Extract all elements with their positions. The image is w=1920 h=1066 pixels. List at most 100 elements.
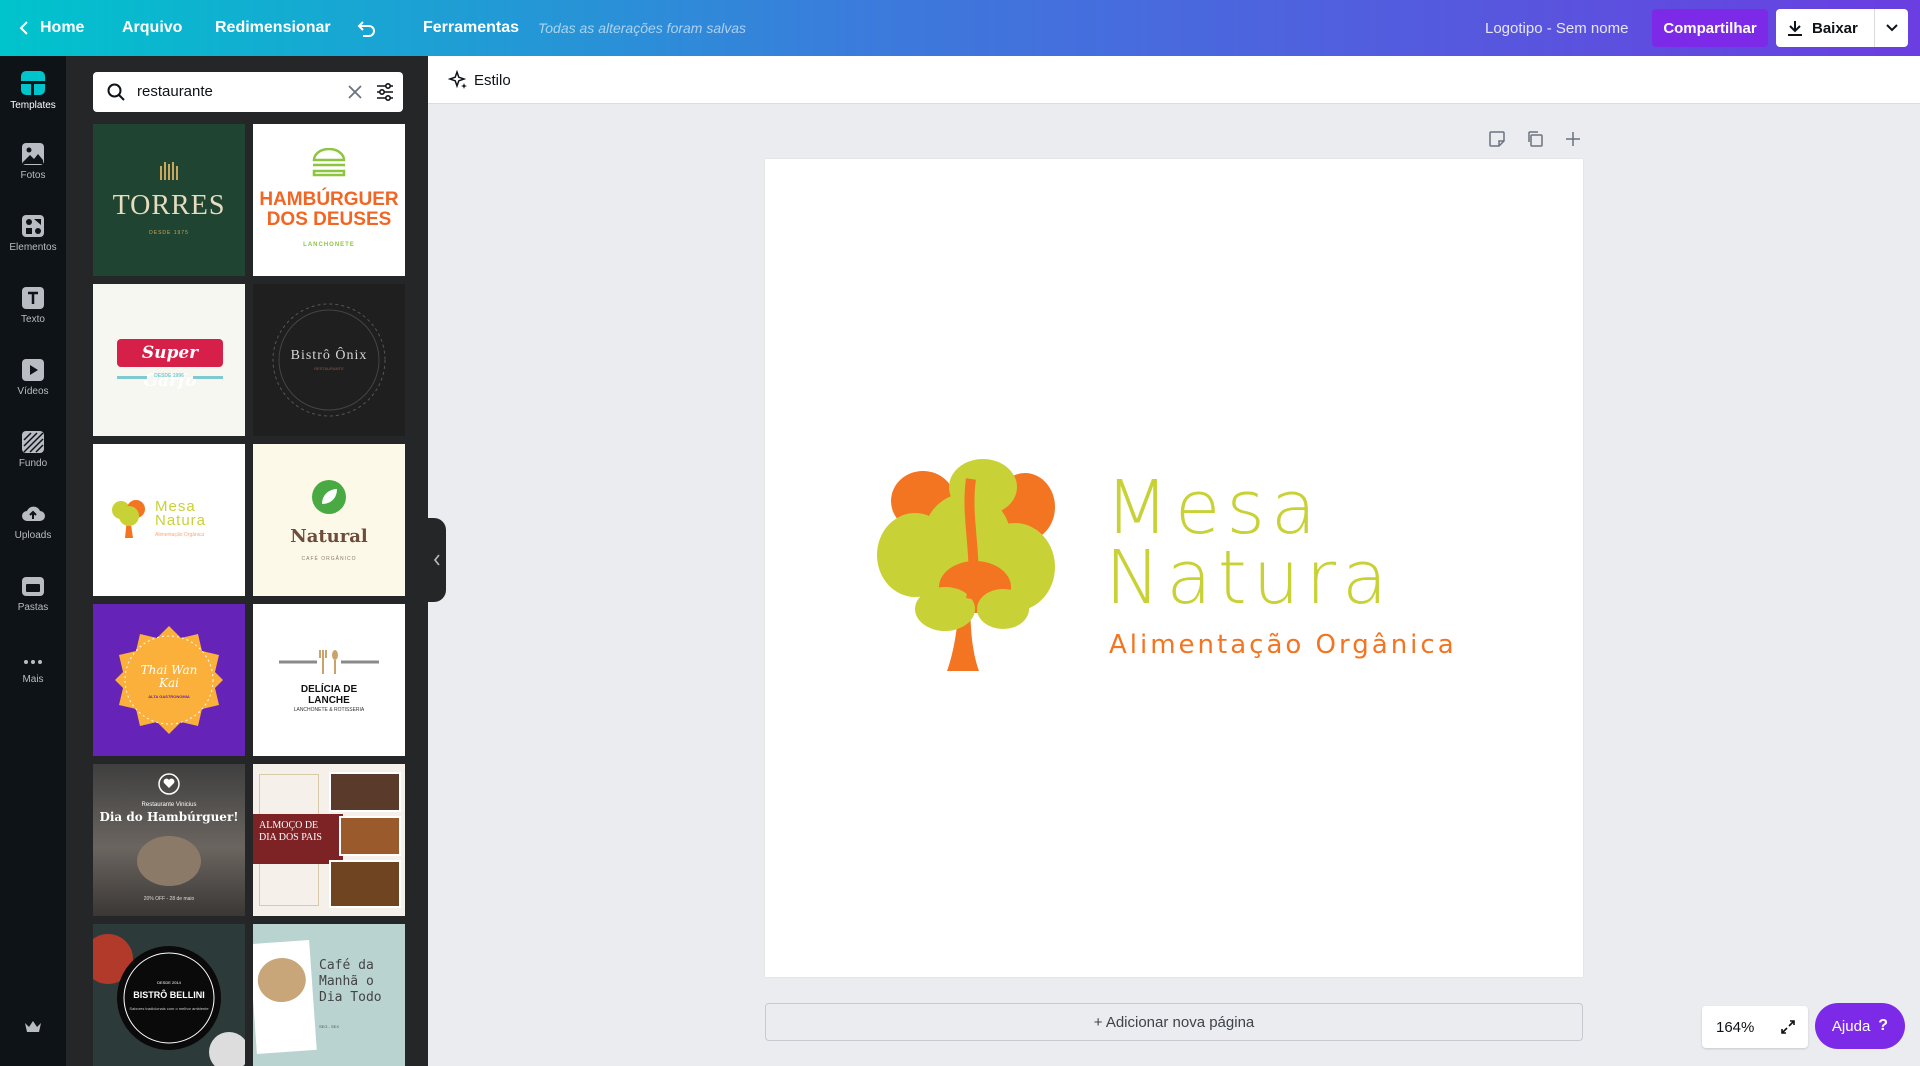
photos-icon <box>22 143 44 165</box>
nav-elements-label: Elementos <box>9 242 57 253</box>
template-hamburguer-title: HAMBÚRGUER DOS DEUSES <box>253 190 405 230</box>
template-mesa-natura-sub: Alimentação Orgânica <box>155 532 205 538</box>
filter-icon[interactable] <box>375 82 395 102</box>
template-hamburguer-sub: LANCHONETE <box>303 242 355 248</box>
share-button[interactable]: Compartilhar <box>1652 9 1768 47</box>
template-torres-sub: DESDE 1975 <box>149 230 189 236</box>
zoom-control[interactable]: 164% <box>1702 1006 1808 1048</box>
burger-icon <box>312 148 346 177</box>
duplicate-icon[interactable] <box>1526 130 1544 148</box>
help-button[interactable]: Ajuda ? <box>1815 1003 1905 1049</box>
logo-name-line2: Natura <box>1105 535 1394 621</box>
template-super-garfo[interactable]: Super Garfo DESDE 1996 <box>93 284 245 436</box>
download-options-button[interactable] <box>1875 24 1908 32</box>
chevron-down-icon <box>1885 24 1898 32</box>
template-cafe[interactable]: Café da Manhã o Dia Todo SEG - SEX <box>253 924 405 1066</box>
template-natural[interactable]: Natural CAFÉ ORGÂNICO <box>253 444 405 596</box>
template-cafe-l1: Café da <box>319 958 374 973</box>
template-natural-sub: CAFÉ ORGÂNICO <box>301 556 357 562</box>
nav-elements[interactable]: Elementos <box>0 214 66 274</box>
help-icon: ? <box>1878 1017 1889 1034</box>
nav-photos[interactable]: Fotos <box>0 142 66 202</box>
search-box[interactable]: restaurante <box>93 72 403 112</box>
home-button[interactable]: Home <box>18 0 84 56</box>
nav-uploads[interactable]: Uploads <box>0 502 66 562</box>
nav-text[interactable]: Texto <box>0 286 66 346</box>
home-label: Home <box>40 19 85 36</box>
template-thai-title: Thai Wan Kai <box>93 664 245 690</box>
template-mesa-natura-title2: Natura <box>155 512 207 529</box>
sparkle-icon <box>448 70 467 89</box>
fullscreen-icon[interactable] <box>1780 1019 1796 1035</box>
logo-tagline[interactable]: Alimentação Orgânica <box>1109 630 1457 660</box>
side-nav: Templates Fotos Elementos Texto Vídeos F… <box>0 56 66 1066</box>
template-torres[interactable]: TORRES DESDE 1975 <box>93 124 245 276</box>
save-status: Todas as alterações foram salvas <box>538 20 747 36</box>
template-delicia-title2: LANCHE <box>308 695 350 706</box>
resize-menu[interactable]: Redimensionar <box>215 0 331 56</box>
more-icon <box>24 660 42 664</box>
food-photo-3 <box>329 860 401 908</box>
note-icon[interactable] <box>1488 130 1506 148</box>
background-icon <box>22 431 44 453</box>
template-delicia-title: DELÍCIA DE LANCHE <box>253 684 405 706</box>
style-button[interactable]: Estilo <box>448 56 511 104</box>
nav-text-label: Texto <box>21 314 45 325</box>
heart-badge-icon <box>158 773 180 795</box>
document-title[interactable]: Logotipo - Sem nome <box>1485 0 1628 56</box>
nav-more[interactable]: Mais <box>0 654 66 714</box>
template-hamburguer[interactable]: HAMBÚRGUER DOS DEUSES LANCHONETE <box>253 124 405 276</box>
nav-templates[interactable]: Templates <box>0 70 66 130</box>
template-cafe-l2: Manhã o <box>319 974 374 989</box>
template-dia-hamburguer-sub: 20% OFF - 28 de maio <box>143 896 195 902</box>
top-bar: Home Arquivo Redimensionar Ferramentas T… <box>0 0 1920 56</box>
design-page[interactable]: Mesa Natura Alimentação Orgânica <box>765 159 1583 977</box>
download-button[interactable]: Baixar <box>1776 9 1908 47</box>
cafe-photo-card <box>253 940 317 1054</box>
premium-button[interactable] <box>24 1020 42 1039</box>
help-label: Ajuda <box>1831 1017 1871 1035</box>
template-hamburguer-title1: HAMBÚRGUER <box>259 189 399 210</box>
clear-icon[interactable] <box>348 85 362 99</box>
template-bistro-onix[interactable]: Bistrô Ônix RESTAURANTE <box>253 284 405 436</box>
template-almoco-title1: ALMOÇO DE <box>259 820 319 831</box>
file-menu[interactable]: Arquivo <box>122 0 182 56</box>
tools-menu[interactable]: Ferramentas <box>423 0 519 56</box>
logo-name[interactable]: Mesa Natura <box>1105 471 1394 621</box>
nav-templates-label: Templates <box>10 100 56 111</box>
template-cafe-title: Café da Manhã o Dia Todo <box>319 958 382 1006</box>
template-bellini-sub: Sabores tradicionais com o melhor ambien… <box>129 1006 209 1011</box>
tree-logo[interactable] <box>875 459 1065 679</box>
add-new-page-button[interactable]: + Adicionar nova página <box>765 1003 1583 1041</box>
template-mesa-natura[interactable]: Mesa Natura Alimentação Orgânica <box>93 444 245 596</box>
template-thai[interactable]: Thai Wan Kai ALTA GASTRONOMIA <box>93 604 245 756</box>
template-almoco[interactable]: ALMOÇO DE DIA DOS PAIS <box>253 764 405 916</box>
template-thai-sub: ALTA GASTRONOMIA <box>148 694 190 699</box>
tree-logo-small <box>112 500 145 538</box>
chevron-left-icon <box>433 554 440 566</box>
template-delicia[interactable]: DELÍCIA DE LANCHE LANCHONETE & ROTISSERIA <box>253 604 405 756</box>
search-input[interactable]: restaurante <box>137 72 213 112</box>
nav-videos-label: Vídeos <box>17 386 49 397</box>
zoom-value[interactable]: 164% <box>1716 1019 1754 1036</box>
text-icon <box>22 287 44 309</box>
nav-background-label: Fundo <box>18 458 48 469</box>
download-main[interactable]: Baixar <box>1776 19 1874 37</box>
templates-icon <box>21 71 45 95</box>
template-thai-title2: Kai <box>159 676 179 690</box>
nav-more-label: Mais <box>22 674 44 685</box>
nav-videos[interactable]: Vídeos <box>0 358 66 418</box>
nav-background[interactable]: Fundo <box>0 430 66 490</box>
template-natural-title: Natural <box>290 526 368 547</box>
nav-photos-label: Fotos <box>20 170 46 181</box>
template-delicia-sub: LANCHONETE & ROTISSERIA <box>293 707 365 713</box>
undo-icon <box>357 21 375 37</box>
food-photo-1 <box>329 772 401 812</box>
template-dia-hamburguer[interactable]: Restaurante Vinicius Dia do Hambúrguer! … <box>93 764 245 916</box>
template-cafe-sub: SEG - SEX <box>319 1024 340 1029</box>
collapse-panel-button[interactable] <box>428 518 446 602</box>
nav-folders[interactable]: Pastas <box>0 574 66 634</box>
add-page-icon[interactable] <box>1564 130 1582 148</box>
template-bellini[interactable]: DESDE 2014 BISTRÔ BELLINI Sabores tradic… <box>93 924 245 1066</box>
undo-button[interactable] <box>356 0 376 56</box>
